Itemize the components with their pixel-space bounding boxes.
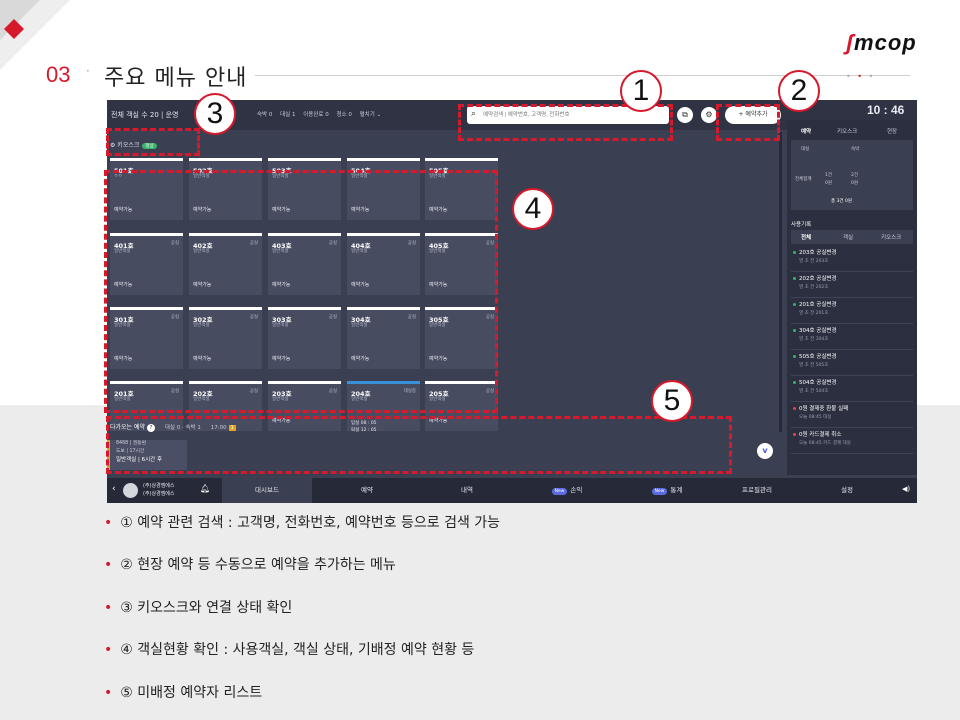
history-item[interactable]: 0원 결제중 환불 실패 오늘 08:45 대실 <box>791 402 913 428</box>
reservation-tabs: 예약 키오스크 현장 <box>791 124 913 138</box>
list-item: • ③ 키오스크와 연결 상태 확인 <box>104 600 293 616</box>
stat-item: 이용완료 0 <box>303 112 329 118</box>
list-item: • ① 예약 관련 검색 : 고객명, 전화번호, 예약번호 등으로 검색 가능 <box>104 515 501 531</box>
expand-toggle[interactable]: 펼치기 ⌄ <box>360 112 382 118</box>
chevron-down-icon[interactable]: v <box>757 443 773 459</box>
page-title: 주요 메뉴 안내 <box>104 66 248 91</box>
history-item[interactable]: 504호 공실변경 영 초 전 504호 <box>791 376 913 402</box>
brand-logo: ʃmcop <box>846 30 917 55</box>
history-item[interactable]: 202호 공실변경 영 초 전 202호 <box>791 272 913 298</box>
tab-reservation[interactable]: 예약 <box>801 127 811 135</box>
history-tabs: 전체 객실 키오스크 <box>791 230 913 244</box>
highlight-add <box>716 104 780 141</box>
gear-icon[interactable]: ⚙ <box>701 107 717 123</box>
status-dot <box>793 407 796 410</box>
callout-4: 4 <box>512 188 554 230</box>
list-item: • ② 현장 예약 등 수동으로 예약을 추가하는 메뉴 <box>104 557 396 573</box>
tab-kiosk[interactable]: 키오스크 <box>837 127 857 135</box>
room-summary: 전체 객실 수 20 | 운영 <box>111 111 179 119</box>
tab-onsite[interactable]: 현장 <box>887 127 897 135</box>
nav-history[interactable]: 내역 <box>422 478 512 503</box>
callout-5: 5 <box>651 380 693 422</box>
tab-all[interactable]: 전체 <box>801 233 811 241</box>
status-dot <box>793 277 796 280</box>
highlight-kiosk <box>106 128 200 156</box>
tab-kiosk-history[interactable]: 키오스크 <box>881 233 901 241</box>
callout-2: 2 <box>778 70 820 112</box>
volume-icon[interactable]: ◀) <box>902 485 910 493</box>
history-item[interactable]: 0원 카드결제 취소 오늘 08:45 카드 결제 대실 <box>791 428 913 454</box>
stat-item: 숙박 0 <box>257 112 273 118</box>
history-item[interactable]: 201호 공실변경 영 초 전 201호 <box>791 298 913 324</box>
list-item: • ④ 객실현황 확인 : 사용객실, 객실 상태, 기배정 예약 현황 등 <box>104 642 475 658</box>
stat-item: 대실 1 <box>280 112 296 118</box>
stat-item: 청소 0 <box>336 112 352 118</box>
history-title: 사용기록 <box>791 222 812 228</box>
nav-profile[interactable]: 프로필관리 <box>712 478 802 503</box>
history-item[interactable]: 505호 공실변경 영 초 전 505호 <box>791 350 913 376</box>
side-panel: 예약 키오스크 현장 대실 숙박 전체합계 1건 2건 0원 0원 총 3건 0… <box>787 120 917 475</box>
highlight-pending <box>106 416 732 474</box>
nav-dashboard[interactable]: 대시보드 <box>222 478 312 503</box>
avatar <box>123 483 138 498</box>
callout-3: 3 <box>194 93 236 135</box>
history-item[interactable]: 203호 공실변경 영 초 전 203호 <box>791 246 913 272</box>
section-number: 03 <box>46 62 71 87</box>
status-dot <box>793 303 796 306</box>
reservation-summary: 대실 숙박 전체합계 1건 2건 0원 0원 총 3건 0원 <box>791 140 913 210</box>
corner-decoration <box>0 0 70 70</box>
nav-stats[interactable]: New 통계 <box>622 478 712 503</box>
company-name: (주)상경엠에스 (주)상경엠에스 <box>143 483 175 497</box>
status-dot <box>793 381 796 384</box>
nav-profit[interactable]: New 손익 <box>522 478 612 503</box>
separator-dot: · <box>86 64 90 78</box>
list-item: • ⑤ 미배정 예약자 리스트 <box>104 685 263 701</box>
status-dot <box>793 251 796 254</box>
status-dot <box>793 355 796 358</box>
highlight-rooms <box>104 170 498 413</box>
status-dot <box>793 329 796 332</box>
scrollbar[interactable] <box>779 132 782 432</box>
nav-settings[interactable]: 설정 <box>802 478 892 503</box>
status-dot <box>793 433 796 436</box>
bottom-nav: ‹ (주)상경엠에스 (주)상경엠에스 🔔︎ 대시보드 예약 내역 New 손익 N… <box>107 478 917 503</box>
external-link-icon[interactable]: ⧉ <box>677 107 693 123</box>
history-item[interactable]: 304호 공실변경 영 초 전 304호 <box>791 324 913 350</box>
nav-reservation[interactable]: 예약 <box>322 478 412 503</box>
bell-icon[interactable]: 🔔︎ <box>200 484 210 493</box>
status-counts: 숙박 0 대실 1 이용완료 0 청소 0 펼치기 ⌄ <box>257 110 387 118</box>
tab-room[interactable]: 객실 <box>843 233 853 241</box>
back-icon[interactable]: ‹ <box>112 484 116 494</box>
callout-1: 1 <box>620 70 662 112</box>
page-indicator: • • • <box>846 72 876 81</box>
history-list: 203호 공실변경 영 초 전 203호 202호 공실변경 영 초 전 202호 20… <box>791 246 913 454</box>
clock: 10 : 46 <box>867 103 905 117</box>
